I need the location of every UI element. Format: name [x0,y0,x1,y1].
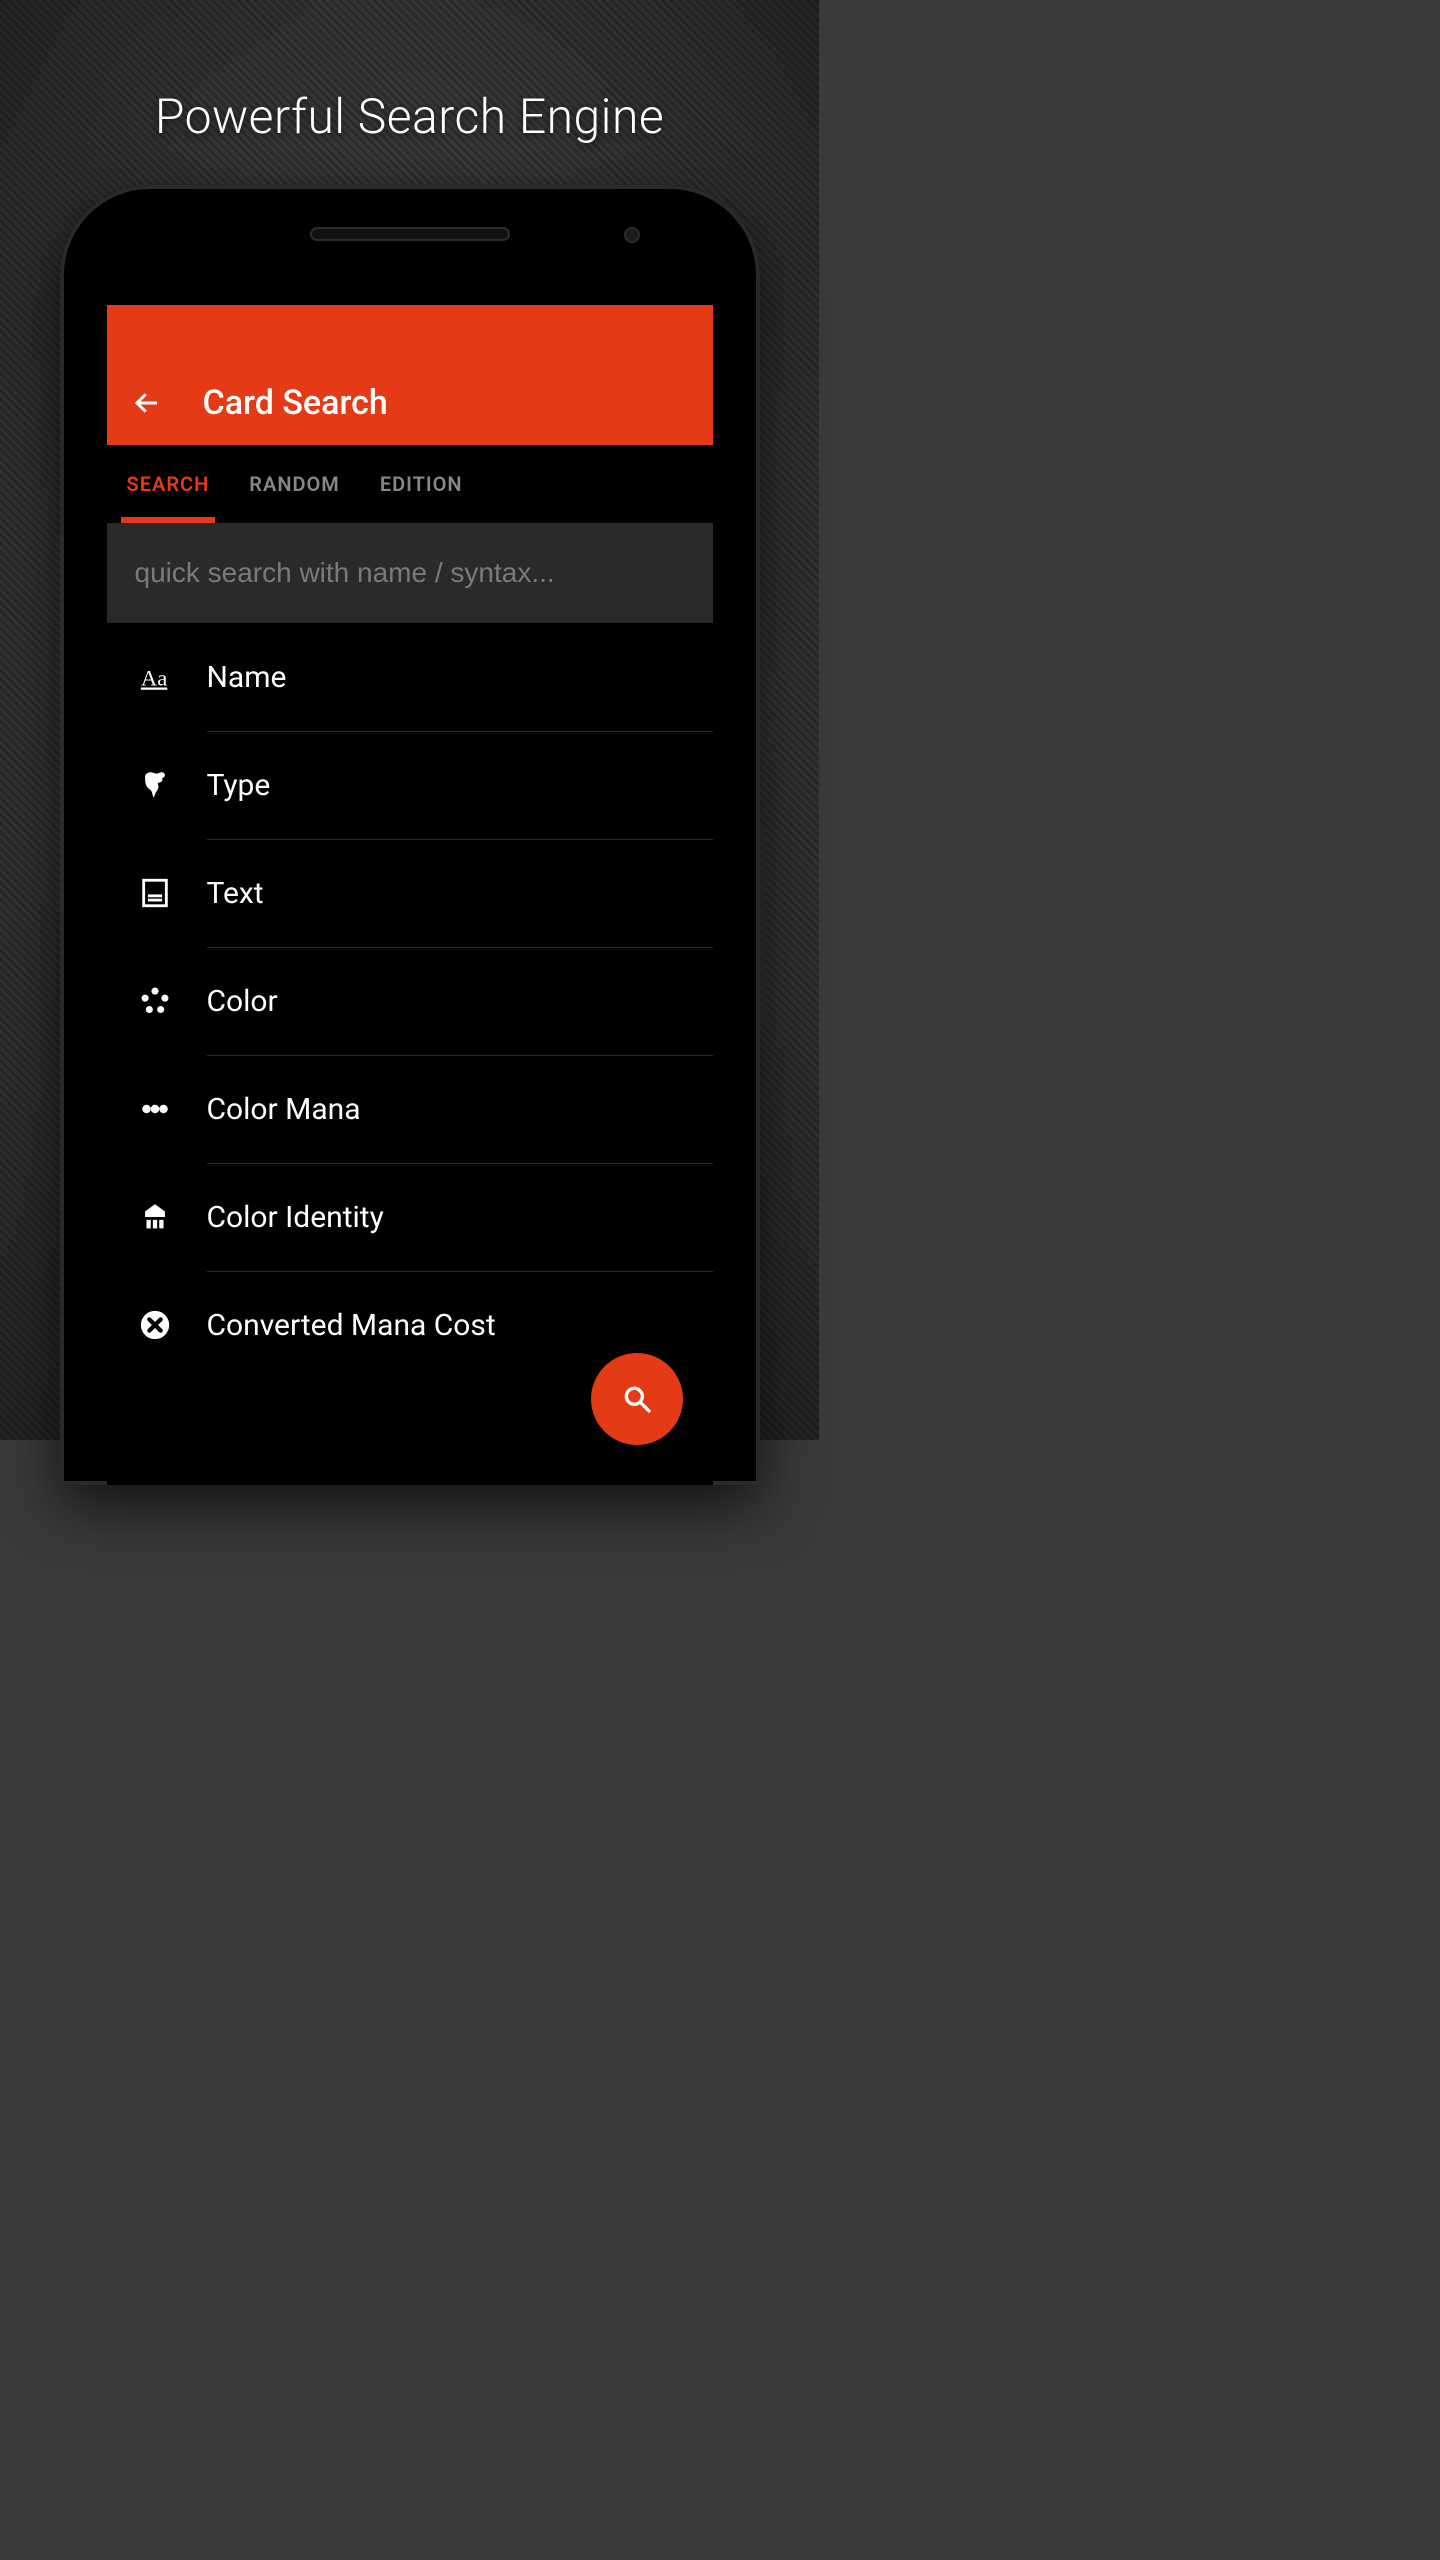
criterion-name[interactable]: Aa Name [107,623,713,731]
phone-frame: Card Search SEARCH RANDOM EDITION Aa Nam… [60,185,760,1485]
headline: Powerful Search Engine [0,88,819,145]
phone-screen: Card Search SEARCH RANDOM EDITION Aa Nam… [107,305,713,1485]
search-fab[interactable] [591,1353,683,1445]
color-mana-icon [135,1089,175,1129]
app-title: Card Search [203,383,388,423]
svg-text:Aa: Aa [140,666,166,691]
criterion-label: Color Identity [207,1200,384,1235]
arrow-left-icon [132,388,162,418]
criterion-text[interactable]: Text [107,839,713,947]
criterion-label: Text [207,876,264,911]
criterion-label: Color [207,984,278,1019]
criterion-label: Color Mana [207,1092,361,1127]
quick-search-input[interactable] [135,557,685,589]
tab-search[interactable]: SEARCH [127,445,210,523]
color-identity-icon [135,1197,175,1237]
promo-page: Powerful Search Engine Card Search SEARC… [0,0,819,1440]
criterion-type[interactable]: Type [107,731,713,839]
phone-camera [624,227,640,243]
phone-side-button [760,825,766,1025]
criterion-label: Type [207,768,271,803]
name-icon: Aa [135,657,175,697]
tabs: SEARCH RANDOM EDITION [107,445,713,523]
criterion-label: Converted Mana Cost [207,1308,496,1343]
criterion-color-identity[interactable]: Color Identity [107,1163,713,1271]
criterion-color-mana[interactable]: Color Mana [107,1055,713,1163]
app-bar: Card Search [107,305,713,445]
search-icon [621,1383,653,1415]
back-button[interactable] [127,383,167,423]
type-icon [135,765,175,805]
text-icon [135,873,175,913]
criterion-label: Name [207,660,287,695]
tab-random[interactable]: RANDOM [249,445,340,523]
criteria-list: Aa Name Type Text [107,623,713,1379]
cmc-icon [135,1305,175,1345]
color-icon [135,981,175,1021]
quick-search-box[interactable] [107,523,713,623]
criterion-color[interactable]: Color [107,947,713,1055]
tab-edition[interactable]: EDITION [380,445,463,523]
phone-speaker [310,227,510,241]
